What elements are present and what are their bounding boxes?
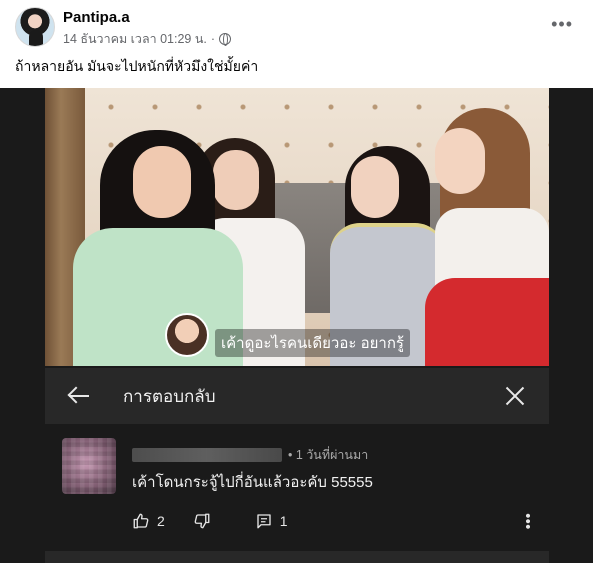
thumbs-up-icon (133, 513, 149, 529)
replies-title: การตอบกลับ (123, 386, 216, 406)
commenter-name-blurred[interactable] (132, 448, 282, 462)
kebab-menu-icon[interactable] (526, 513, 530, 529)
comment-icon (257, 514, 271, 529)
like-count: 2 (157, 513, 165, 529)
dislike-button[interactable] (193, 512, 211, 530)
author-avatar[interactable] (15, 7, 55, 47)
subtitle-avatar (165, 313, 209, 357)
comment-time: • 1 วันที่ผ่านมา (288, 448, 369, 462)
more-options-button[interactable]: ••• (551, 14, 573, 35)
back-arrow-icon[interactable] (67, 384, 91, 408)
post-timestamp[interactable]: 14 ธันวาคม เวลา 01:29 น. (63, 29, 207, 49)
person-2-face (213, 150, 259, 210)
person-4-skirt (425, 278, 549, 366)
video-frame: เค้าดูอะไรคนเดียวอะ อยากรู้ (45, 88, 549, 366)
shared-screenshot[interactable]: เค้าดูอะไรคนเดียวอะ อยากรู้ การตอบกลับ •… (0, 88, 593, 563)
close-icon[interactable] (503, 384, 527, 408)
comment-text: เค้าโดนกระจู้ไปกี่อันแล้วอะคับ 55555 (132, 474, 373, 491)
author-name[interactable]: Pantipa.a (63, 9, 130, 26)
post-header: Pantipa.a 14 ธันวาคม เวลา 01:29 น. · •••… (0, 0, 593, 88)
video-subtitle: เค้าดูอะไรคนเดียวอะ อยากรู้ (215, 329, 410, 357)
like-button[interactable]: 2 (132, 512, 165, 530)
replies-header: การตอบกลับ (45, 368, 549, 424)
thumbs-down-icon (194, 513, 210, 529)
meta-separator: · (210, 32, 216, 46)
globe-icon (219, 33, 232, 46)
person-3-face (351, 156, 399, 218)
reply-count: 1 (279, 513, 288, 529)
comment-actions: 2 1 (132, 511, 288, 531)
person-4-face (435, 128, 485, 194)
post-caption: ถ้าหลายอัน มันจะไปหนักที่หัวมึงใช่มั้ยค่… (15, 58, 259, 74)
reply-button[interactable]: 1 (255, 512, 288, 530)
commenter-avatar[interactable] (62, 438, 116, 494)
post-meta: 14 ธันวาคม เวลา 01:29 น. · (63, 29, 232, 49)
person-1-face (133, 146, 191, 218)
next-comment-strip (45, 551, 549, 563)
